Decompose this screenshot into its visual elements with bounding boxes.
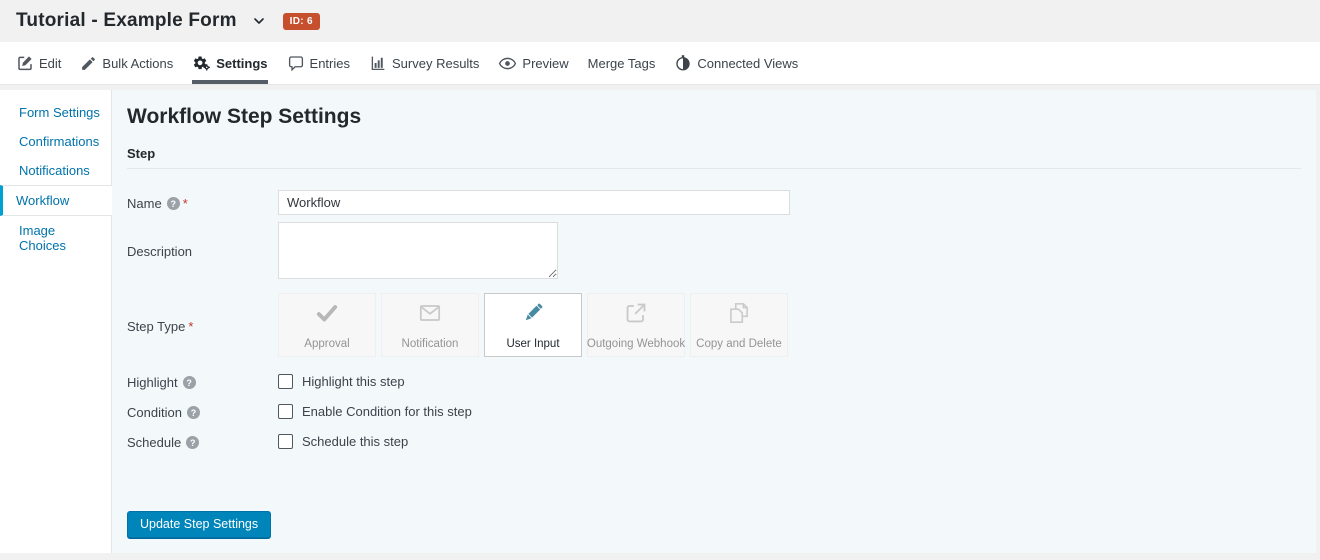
step-description-textarea[interactable] — [278, 222, 558, 279]
gears-icon — [192, 54, 211, 73]
checkmark-icon — [314, 300, 340, 331]
step-type-outgoing-webhook[interactable]: Outgoing Webhook — [587, 293, 685, 357]
form-header: Tutorial - Example Form ID: 6 — [0, 0, 1320, 42]
condition-checkbox[interactable] — [278, 404, 293, 419]
required-asterisk — [188, 319, 193, 334]
form-switcher-chevron-icon[interactable] — [251, 13, 267, 29]
gravityview-gauge-icon — [674, 54, 692, 72]
schedule-field-row: Schedule Schedule this step — [127, 433, 1301, 450]
form-id-badge: ID: 6 — [283, 13, 320, 30]
help-icon[interactable] — [186, 436, 199, 449]
highlight-checkbox-label[interactable]: Highlight this step — [302, 374, 405, 389]
sidebar-item-confirmations[interactable]: Confirmations — [0, 127, 111, 156]
step-type-options: Approval Notification User Input — [278, 293, 788, 357]
toolbar-item-label: Connected Views — [697, 56, 798, 71]
required-asterisk — [183, 196, 188, 211]
step-section-label: Step — [127, 146, 1301, 161]
highlight-field-label: Highlight — [127, 373, 278, 390]
step-type-notification[interactable]: Notification — [381, 293, 479, 357]
toolbar-item-survey-results[interactable]: Survey Results — [369, 42, 479, 84]
condition-field-row: Condition Enable Condition for this step — [127, 403, 1301, 420]
help-icon[interactable] — [183, 376, 196, 389]
schedule-checkbox-label[interactable]: Schedule this step — [302, 434, 408, 449]
condition-checkbox-label[interactable]: Enable Condition for this step — [302, 404, 472, 419]
sidebar-item-image-choices[interactable]: Image Choices — [0, 216, 111, 260]
form-toolbar: Edit Bulk Actions Settings Entries Surve… — [0, 42, 1320, 85]
toolbar-item-settings[interactable]: Settings — [192, 42, 267, 84]
envelope-icon — [417, 300, 443, 331]
toolbar-item-label: Settings — [216, 56, 267, 71]
external-link-icon — [623, 300, 649, 331]
page-title: Workflow Step Settings — [127, 105, 1301, 129]
step-type-field-label: Step Type — [127, 293, 278, 357]
name-field-label: Name — [127, 194, 278, 211]
toolbar-item-edit[interactable]: Edit — [16, 42, 61, 84]
update-step-settings-button[interactable]: Update Step Settings — [127, 511, 271, 538]
sidebar-item-workflow[interactable]: Workflow — [0, 185, 112, 216]
toolbar-item-merge-tags[interactable]: Merge Tags — [588, 42, 656, 84]
eye-icon — [498, 54, 517, 73]
condition-field-label: Condition — [127, 403, 278, 420]
description-field-label: Description — [127, 222, 278, 279]
help-icon[interactable] — [187, 406, 200, 419]
pencil-icon — [80, 55, 97, 72]
toolbar-item-label: Edit — [39, 56, 61, 71]
bar-chart-icon — [369, 54, 387, 72]
highlight-field-row: Highlight Highlight this step — [127, 373, 1301, 390]
step-type-approval[interactable]: Approval — [278, 293, 376, 357]
edit-box-icon — [16, 54, 34, 72]
toolbar-item-entries[interactable]: Entries — [287, 42, 350, 84]
step-type-user-input[interactable]: User Input — [484, 293, 582, 357]
settings-content: Form Settings Confirmations Notification… — [0, 90, 1316, 553]
step-type-copy-and-delete[interactable]: Copy and Delete — [690, 293, 788, 357]
schedule-checkbox[interactable] — [278, 434, 293, 449]
toolbar-item-label: Preview — [522, 56, 568, 71]
sidebar-item-notifications[interactable]: Notifications — [0, 156, 111, 185]
step-type-field-row: Step Type Approval Notification — [127, 293, 1301, 357]
settings-sidebar: Form Settings Confirmations Notification… — [0, 90, 112, 553]
toolbar-item-label: Bulk Actions — [102, 56, 173, 71]
name-field-row: Name — [127, 190, 1301, 215]
section-divider — [127, 168, 1301, 169]
form-title: Tutorial - Example Form — [16, 10, 237, 32]
toolbar-item-label: Entries — [310, 56, 350, 71]
schedule-field-label: Schedule — [127, 433, 278, 450]
step-name-input[interactable] — [278, 190, 790, 215]
copy-pages-icon — [726, 300, 752, 331]
toolbar-item-connected-views[interactable]: Connected Views — [674, 42, 798, 84]
workflow-step-settings-panel: Workflow Step Settings Step Name Descrip… — [112, 90, 1316, 553]
help-icon[interactable] — [167, 197, 180, 210]
toolbar-item-bulk-actions[interactable]: Bulk Actions — [80, 42, 173, 84]
sidebar-item-form-settings[interactable]: Form Settings — [0, 98, 111, 127]
toolbar-item-label: Survey Results — [392, 56, 479, 71]
toolbar-item-label: Merge Tags — [588, 56, 656, 71]
pencil-icon — [520, 300, 546, 331]
speech-bubble-icon — [287, 54, 305, 72]
toolbar-item-preview[interactable]: Preview — [498, 42, 568, 84]
description-field-row: Description — [127, 222, 1301, 279]
highlight-checkbox[interactable] — [278, 374, 293, 389]
